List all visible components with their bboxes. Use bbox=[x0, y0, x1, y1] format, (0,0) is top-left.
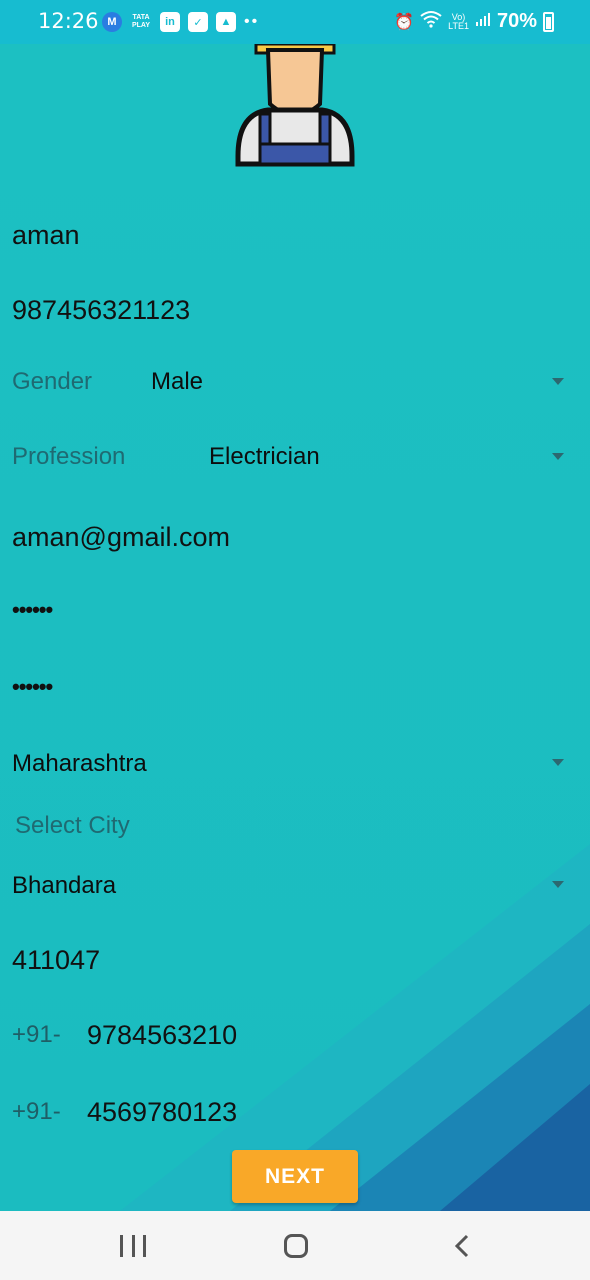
notification-icons: M TATA PLAY in ✓ ▲ •• bbox=[102, 12, 259, 32]
navigation-bar bbox=[0, 1211, 590, 1280]
profession-select[interactable]: Electrician bbox=[209, 443, 320, 471]
state-dropdown-caret-icon[interactable] bbox=[552, 759, 564, 766]
volte-icon: Vo) LTE1 bbox=[448, 11, 469, 31]
linkedin-icon: in bbox=[160, 12, 180, 32]
more-notifications-icon: •• bbox=[244, 13, 260, 30]
profession-label: Profession bbox=[12, 443, 126, 470]
battery-icon bbox=[543, 11, 554, 32]
gender-select[interactable]: Male bbox=[151, 368, 203, 396]
alarm-icon: ⏰ bbox=[394, 13, 415, 31]
gallery-icon: ▲ bbox=[216, 12, 236, 32]
status-time: 12:26 bbox=[38, 9, 99, 33]
phone2-prefix: +91- bbox=[12, 1098, 61, 1125]
phone1-field[interactable]: 9784563210 bbox=[87, 1020, 237, 1051]
phone2-field[interactable]: 4569780123 bbox=[87, 1097, 237, 1128]
back-icon[interactable] bbox=[454, 1234, 469, 1258]
select-city-label: Select City bbox=[15, 812, 130, 839]
m-app-icon: M bbox=[102, 12, 122, 32]
name-field[interactable]: aman bbox=[12, 220, 80, 251]
email-field[interactable]: aman@gmail.com bbox=[12, 522, 230, 553]
signal-icon bbox=[475, 11, 491, 32]
password-field[interactable]: •••••• bbox=[12, 597, 53, 623]
gender-dropdown-caret-icon[interactable] bbox=[552, 378, 564, 385]
confirm-password-field[interactable]: •••••• bbox=[12, 674, 53, 700]
check-icon: ✓ bbox=[188, 12, 208, 32]
phone1-prefix: +91- bbox=[12, 1021, 61, 1048]
profession-dropdown-caret-icon[interactable] bbox=[552, 453, 564, 460]
system-icons: ⏰ Vo) LTE1 70% bbox=[394, 10, 554, 33]
city-select[interactable]: Bhandara bbox=[12, 872, 116, 900]
state-select[interactable]: Maharashtra bbox=[12, 750, 147, 778]
status-bar: 12:26 M TATA PLAY in ✓ ▲ •• ⏰ Vo) LTE1 70… bbox=[0, 0, 590, 44]
worker-avatar-icon bbox=[232, 42, 358, 170]
battery-percent: 70% bbox=[496, 10, 537, 32]
wifi-icon bbox=[420, 10, 442, 33]
home-icon[interactable] bbox=[284, 1234, 308, 1258]
city-dropdown-caret-icon[interactable] bbox=[552, 881, 564, 888]
pincode-field[interactable]: 411047 bbox=[12, 945, 100, 976]
gender-label: Gender bbox=[12, 368, 93, 395]
next-button[interactable]: NEXT bbox=[232, 1150, 358, 1203]
mobile-field[interactable]: 987456321123 bbox=[12, 295, 190, 326]
recent-apps-icon[interactable] bbox=[120, 1235, 146, 1257]
tata-play-icon: TATA PLAY bbox=[131, 14, 151, 29]
